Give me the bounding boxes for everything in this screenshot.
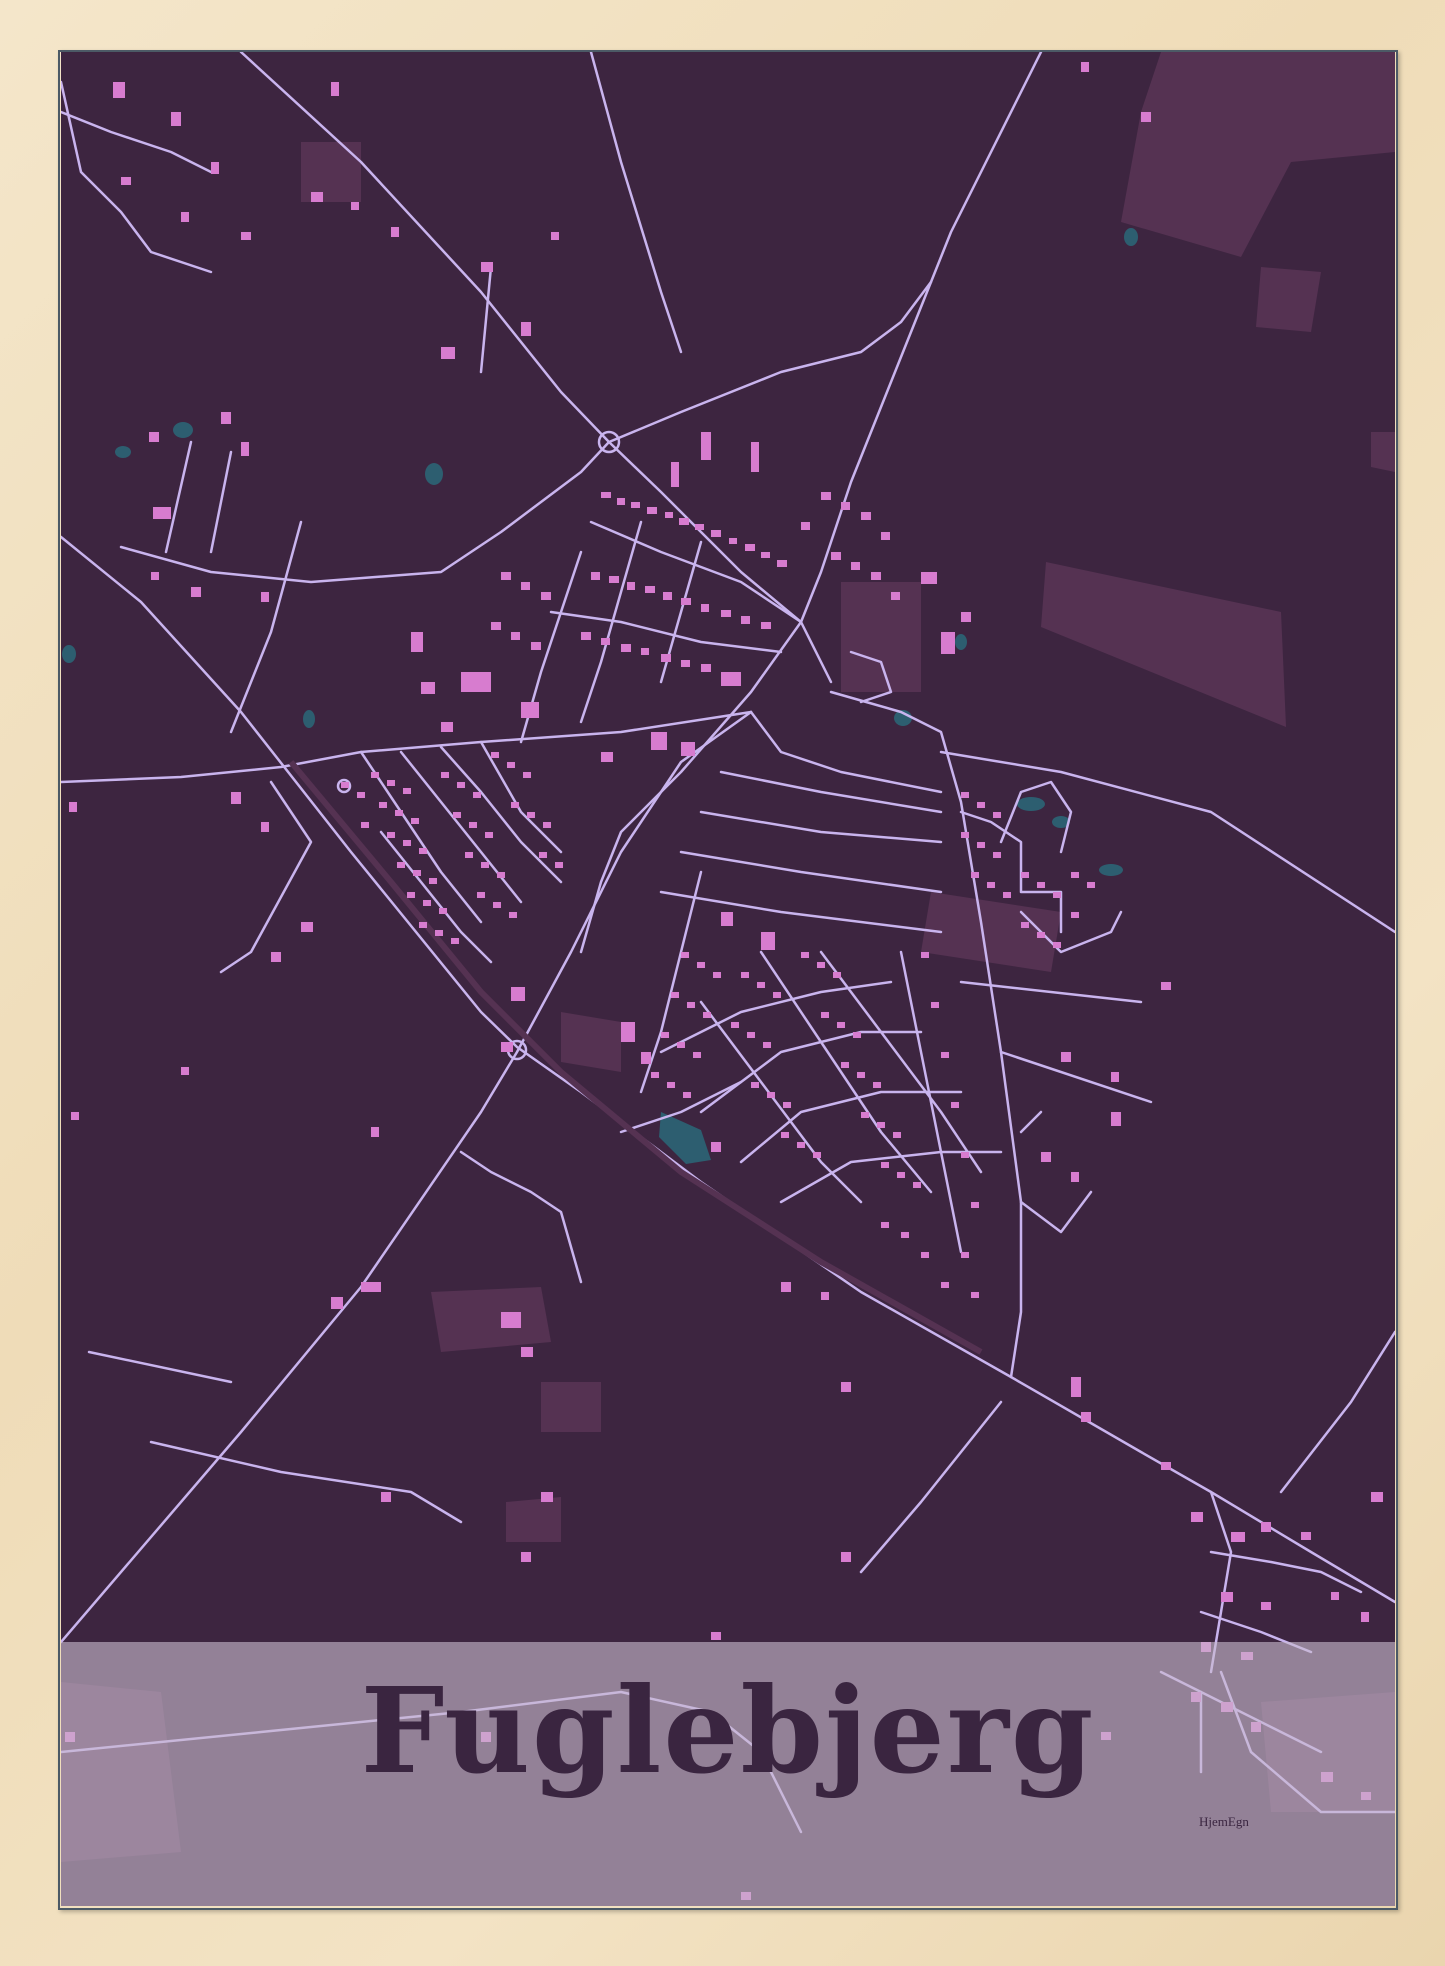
field-area	[541, 1382, 601, 1432]
road	[229, 520, 303, 734]
road	[219, 780, 313, 974]
pond	[1099, 864, 1123, 876]
path	[589, 52, 683, 354]
street	[699, 810, 943, 844]
street	[739, 1090, 963, 1164]
pond	[425, 463, 443, 485]
road	[1019, 1190, 1093, 1234]
road	[164, 440, 193, 554]
street	[749, 710, 943, 794]
buildings	[65, 62, 1383, 1900]
field-area	[841, 582, 921, 692]
brand-logo: HjemEgn	[1199, 1814, 1249, 1829]
road-network	[61, 52, 1395, 1834]
road	[61, 110, 213, 174]
road	[119, 440, 611, 584]
street	[579, 520, 643, 724]
field-areas	[61, 52, 1395, 1862]
road	[61, 710, 753, 784]
road	[61, 710, 753, 1644]
field-area	[1121, 52, 1395, 257]
street	[679, 850, 943, 894]
main-road	[61, 535, 1395, 1604]
field-area	[301, 142, 361, 202]
road	[1279, 1330, 1395, 1494]
pond	[955, 634, 967, 650]
road	[459, 1150, 583, 1284]
pond	[173, 422, 193, 438]
city-name-title: Fuglebjerg	[360, 1661, 1096, 1800]
field-area	[1256, 267, 1321, 332]
road	[579, 620, 803, 954]
field-area	[506, 1497, 561, 1542]
pond	[1124, 228, 1138, 246]
outlying-buildings	[65, 62, 1383, 1900]
field-area	[1371, 432, 1395, 472]
street	[779, 1150, 1003, 1204]
south-residential-blocks	[621, 912, 979, 1298]
road	[859, 1400, 1003, 1574]
street	[719, 770, 943, 814]
road	[999, 1050, 1153, 1104]
street	[589, 520, 803, 624]
pond	[62, 645, 76, 663]
road	[479, 265, 493, 374]
pond	[115, 446, 131, 458]
street	[659, 890, 943, 934]
field-area	[561, 1012, 621, 1072]
road	[1019, 1110, 1043, 1134]
street	[1209, 1550, 1363, 1594]
road	[959, 980, 1143, 1004]
street	[379, 830, 493, 964]
road	[607, 52, 1043, 444]
west-residential-blocks	[341, 752, 563, 944]
road	[799, 280, 933, 624]
pond	[1017, 797, 1045, 811]
street-map	[61, 52, 1395, 1906]
field-area	[431, 1287, 551, 1352]
road	[209, 450, 233, 554]
road	[61, 80, 213, 274]
road	[87, 1350, 233, 1384]
field-area	[1041, 562, 1286, 727]
map-poster: Fuglebjerg HjemEgn	[61, 52, 1395, 1906]
pond	[303, 710, 315, 728]
